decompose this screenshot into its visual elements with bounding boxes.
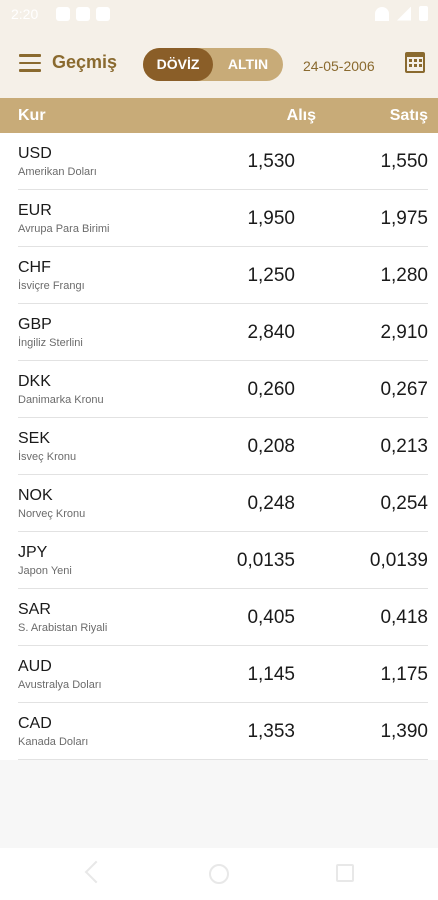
currency-name: Avustralya Doları xyxy=(18,679,102,691)
currency-name: İngiliz Sterlini xyxy=(18,337,83,349)
table-row[interactable]: SAR S. Arabistan Riyali 0,405 0,418 xyxy=(0,589,438,646)
column-header-kur: Kur xyxy=(18,107,46,124)
currency-name: Kanada Doları xyxy=(18,736,89,748)
currency-code: SEK xyxy=(18,430,51,447)
system-icons xyxy=(375,6,428,21)
currency-name: İsviçre Frangı xyxy=(18,280,85,292)
column-header-alis: Alış xyxy=(286,107,316,124)
buy-rate: 0,405 xyxy=(247,607,295,628)
sell-rate: 1,975 xyxy=(380,208,428,229)
sell-rate: 1,550 xyxy=(380,151,428,172)
currency-code: JPY xyxy=(18,544,48,561)
buy-rate: 1,250 xyxy=(247,265,295,286)
notification-icon xyxy=(56,7,70,21)
table-row[interactable]: DKK Danimarka Kronu 0,260 0,267 xyxy=(0,361,438,418)
buy-rate: 0,0135 xyxy=(236,550,295,571)
currency-name: Japon Yeni xyxy=(18,565,72,577)
page-title: Geçmiş xyxy=(52,52,118,72)
buy-rate: 1,353 xyxy=(247,721,295,742)
table-row[interactable]: AUD Avustralya Doları 1,145 1,175 xyxy=(0,646,438,703)
currency-code: SAR xyxy=(18,601,51,618)
buy-rate: 0,208 xyxy=(247,436,295,457)
calendar-icon[interactable] xyxy=(405,52,425,73)
currency-name: İsveç Kronu xyxy=(18,451,77,463)
home-icon[interactable] xyxy=(209,864,229,884)
currency-code: CHF xyxy=(18,259,51,276)
tab-altin[interactable]: ALTIN xyxy=(213,48,283,81)
table-header: Kur Alış Satış xyxy=(0,98,438,133)
buy-rate: 1,145 xyxy=(247,664,295,685)
app-bar: Geçmiş DÖVİZ ALTIN 24-05-2006 xyxy=(0,30,438,98)
sell-rate: 2,910 xyxy=(380,322,428,343)
currency-name: Norveç Kronu xyxy=(18,508,86,520)
wifi-icon xyxy=(375,6,389,21)
buy-rate: 0,260 xyxy=(247,379,295,400)
currency-code: USD xyxy=(18,145,52,162)
currency-list: USD Amerikan Doları 1,530 1,550 EUR Avru… xyxy=(0,133,438,760)
table-row[interactable]: GBP İngiliz Sterlini 2,840 2,910 xyxy=(0,304,438,361)
sell-rate: 0,267 xyxy=(380,379,428,400)
selected-date[interactable]: 24-05-2006 xyxy=(303,58,375,74)
column-header-satis: Satış xyxy=(389,107,428,124)
notification-icon xyxy=(76,7,90,21)
sell-rate: 0,418 xyxy=(380,607,428,628)
table-row[interactable]: NOK Norveç Kronu 0,248 0,254 xyxy=(0,475,438,532)
sell-rate: 0,213 xyxy=(380,436,428,457)
sell-rate: 0,254 xyxy=(380,493,428,514)
table-row[interactable]: EUR Avrupa Para Birimi 1,950 1,975 xyxy=(0,190,438,247)
currency-name: Avrupa Para Birimi xyxy=(18,223,110,235)
sell-rate: 1,390 xyxy=(380,721,428,742)
currency-name: Danimarka Kronu xyxy=(18,394,104,406)
currency-code: AUD xyxy=(18,658,52,675)
recents-icon[interactable] xyxy=(336,864,354,882)
table-row[interactable]: CAD Kanada Doları 1,353 1,390 xyxy=(0,703,438,760)
system-nav-bar xyxy=(0,848,438,900)
signal-icon xyxy=(397,6,411,21)
buy-rate: 1,950 xyxy=(247,208,295,229)
status-bar: 2:20 xyxy=(0,0,438,30)
currency-code: CAD xyxy=(18,715,52,732)
sell-rate: 1,280 xyxy=(380,265,428,286)
status-time: 2:20 xyxy=(11,6,39,22)
menu-icon[interactable] xyxy=(19,54,41,72)
currency-name: Amerikan Doları xyxy=(18,166,97,178)
currency-name: S. Arabistan Riyali xyxy=(18,622,108,634)
currency-code: GBP xyxy=(18,316,52,333)
table-row[interactable]: SEK İsveç Kronu 0,208 0,213 xyxy=(0,418,438,475)
notification-icon xyxy=(96,7,110,21)
tab-doviz[interactable]: DÖVİZ xyxy=(143,48,213,81)
buy-rate: 0,248 xyxy=(247,493,295,514)
currency-code: EUR xyxy=(18,202,52,219)
battery-icon xyxy=(419,6,428,21)
currency-type-toggle: DÖVİZ ALTIN xyxy=(143,48,283,81)
currency-code: NOK xyxy=(18,487,53,504)
notification-icons xyxy=(56,7,110,21)
table-row[interactable]: CHF İsviçre Frangı 1,250 1,280 xyxy=(0,247,438,304)
currency-code: DKK xyxy=(18,373,51,390)
buy-rate: 2,840 xyxy=(247,322,295,343)
sell-rate: 0,0139 xyxy=(369,550,428,571)
sell-rate: 1,175 xyxy=(380,664,428,685)
buy-rate: 1,530 xyxy=(247,151,295,172)
table-row[interactable]: JPY Japon Yeni 0,0135 0,0139 xyxy=(0,532,438,589)
back-icon[interactable] xyxy=(84,860,108,884)
table-row[interactable]: USD Amerikan Doları 1,530 1,550 xyxy=(0,133,438,190)
